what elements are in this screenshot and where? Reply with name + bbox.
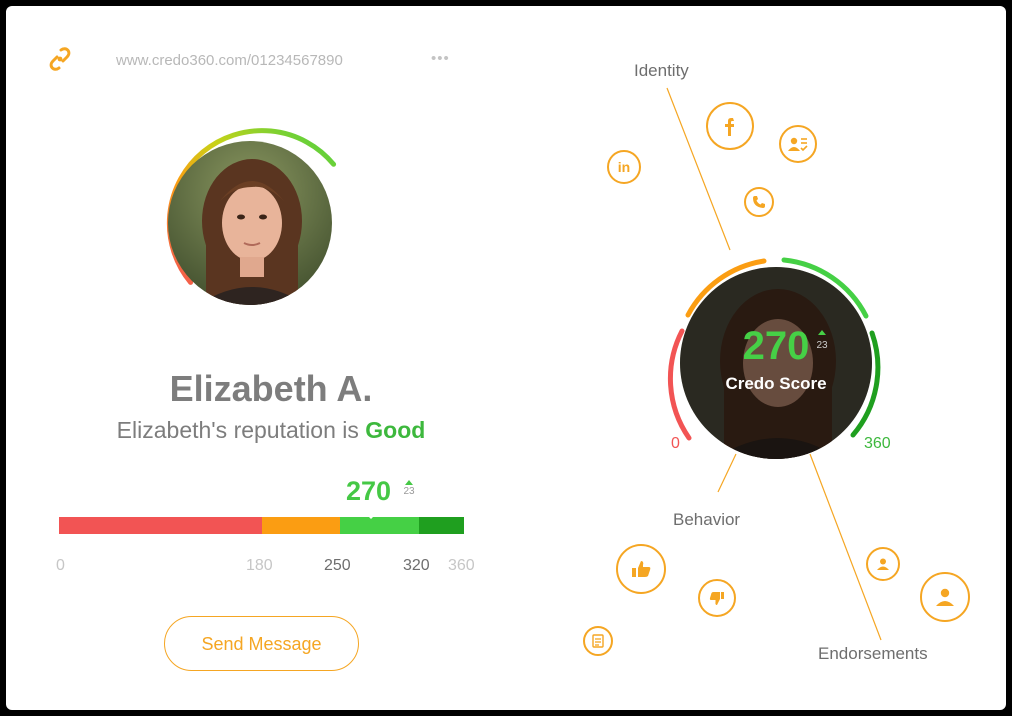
credo-link-logo[interactable]: [48, 46, 72, 72]
endorsements-label: Endorsements: [818, 644, 928, 663]
user-verified-icon[interactable]: [779, 125, 817, 163]
score-value: 270: [346, 476, 392, 506]
behavior-label: Behavior: [673, 510, 741, 529]
score-bar: [59, 517, 464, 534]
credo-score-value: 270: [742, 324, 810, 368]
tick-label: 320: [403, 557, 430, 574]
score-delta: 23: [402, 480, 416, 497]
reputation-prefix: Elizabeth's reputation is: [116, 417, 359, 443]
user-icon-small[interactable]: [866, 547, 900, 581]
reputation-text: Elizabeth's reputation is Good: [6, 417, 536, 444]
range-min-label: 0: [671, 435, 680, 452]
credo-score-delta-value: 23: [816, 340, 828, 351]
score-bar-segment: [340, 517, 419, 534]
caret-up-icon: [405, 480, 413, 485]
tick-label: 250: [324, 557, 351, 574]
user-icon-large[interactable]: [920, 572, 970, 622]
ellipsis-icon[interactable]: •••: [431, 50, 450, 67]
profile-url[interactable]: www.credo360.com/01234567890: [116, 52, 343, 69]
facebook-icon[interactable]: [706, 102, 754, 150]
credo-score-dial: 270 23 Credo Score: [666, 253, 886, 473]
score-delta-value: 23: [403, 486, 415, 497]
avatar: [150, 123, 350, 323]
profile-name: Elizabeth A.: [169, 368, 373, 409]
phone-icon[interactable]: [744, 187, 774, 217]
thumbs-up-icon[interactable]: [616, 544, 666, 594]
tick-label: 180: [246, 557, 273, 574]
tick-label: 0: [56, 557, 65, 574]
app-window: www.credo360.com/01234567890 ••• Elizabe…: [6, 6, 1006, 710]
thumbs-down-icon[interactable]: [698, 579, 736, 617]
linkedin-icon[interactable]: in: [607, 150, 641, 184]
identity-label: Identity: [634, 61, 689, 80]
score-bar-segment: [419, 517, 464, 534]
score-pointer: [365, 513, 377, 519]
tick-label: 360: [448, 557, 475, 574]
score-bar-segment: [261, 517, 341, 534]
send-message-button[interactable]: Send Message: [164, 616, 359, 671]
score-bar-segment: [59, 517, 262, 534]
profile-photo: [168, 141, 332, 305]
range-max-label: 360: [864, 435, 891, 452]
credo-score-delta: 23: [815, 330, 829, 351]
credo-score-label: Credo Score: [725, 374, 827, 393]
caret-up-icon: [818, 330, 826, 335]
document-icon[interactable]: [583, 626, 613, 656]
reputation-value: Good: [365, 417, 426, 443]
